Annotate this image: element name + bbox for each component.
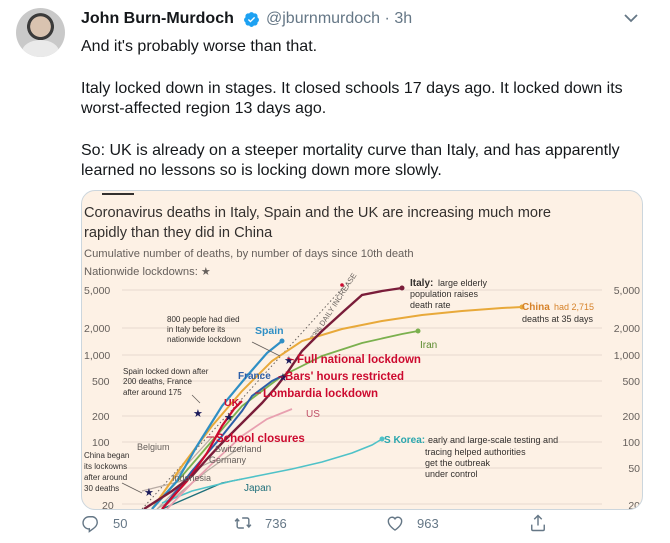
label-italy: Italy: [410,278,433,289]
note-china: 30 deaths [84,484,119,493]
annotation-full-lockdown: Full national lockdown [297,354,421,366]
label-belgium: Belgium [137,442,170,452]
leader-line [191,394,201,404]
reply-button[interactable]: 50 [81,513,127,533]
skorea-note: early and large-scale testing and [428,435,558,445]
tweet-paragraph: So: UK is already on a steeper mortality… [81,141,620,180]
label-germany: Germany [209,455,247,465]
china-note: deaths at 35 days [522,314,594,324]
note-spain-200: after around 175 [123,388,182,397]
handle-and-time[interactable]: @jburnmurdoch · 3h [266,10,412,28]
label-switzerland: Switzerland [215,444,262,454]
label-china: China [522,302,550,313]
chart-subtitle: Cumulative number of deaths, by number o… [84,248,414,260]
label-uk: UK [224,397,240,409]
y-tick: 1,000 [84,350,110,362]
tweet-actions: 50 736 963 [81,513,561,543]
note-italy-800: in Italy before its [167,325,225,334]
share-icon [531,514,545,532]
y-tick-right: 50 [628,463,640,475]
lockdown-star-china: ★ [144,487,154,499]
chart-title-2: rapidly than they did in China [84,225,273,241]
y-tick-right: 100 [622,437,640,449]
tweet-time[interactable]: 3h [394,10,412,27]
chevron-down-icon[interactable] [624,13,638,23]
label-spain: Spain [255,325,284,337]
y-tick-right: 1,000 [614,350,640,362]
reply-icon [82,516,98,533]
y-tick-right: 2,000 [614,323,640,335]
note-italy-800: nationwide lockdown [167,335,241,344]
label-iran: Iran [420,340,437,351]
y-tick: 2,000 [84,323,110,335]
author-name[interactable]: John Burn-Murdoch [81,10,234,28]
label-france: France [238,371,271,382]
leader-line [121,482,143,494]
note-spain-200: Spain locked down after [123,367,209,376]
retweet-button[interactable]: 736 [233,513,287,533]
y-tick-right: 5,000 [614,285,640,297]
tweet-text: And it's probably worse than that. Italy… [81,37,656,182]
avatar[interactable] [16,8,65,57]
y-tick: 500 [92,376,110,388]
annotation-bars: Bars' hours restricted [285,371,404,383]
lockdown-star-uk: ★ [224,412,234,424]
skorea-note: under control [425,469,478,479]
chart-title-1: Coronavirus deaths in Italy, Spain and t… [84,205,551,221]
note-italy-800: 800 people had died [167,315,240,324]
verified-icon [244,12,259,27]
reply-count: 50 [113,515,128,531]
label-japan: Japan [244,483,271,494]
label-south-korea: S Korea: [384,435,425,446]
tweet-paragraph: Italy locked down in stages. It closed s… [81,79,623,118]
y-tick-right: 500 [622,376,640,388]
note-spain-200: 200 deaths, France [123,377,192,386]
skorea-note: tracing helped authorities [425,447,526,457]
y-tick-right: 200 [622,411,640,423]
note-china: after around [84,473,127,482]
skorea-note: get the outbreak [425,458,491,468]
like-button[interactable]: 963 [385,513,439,533]
retweet-count: 736 [265,515,287,531]
y-tick-right: 20 [628,500,640,509]
label-indonesia: Indonesia [172,473,211,483]
retweet-icon [234,517,252,529]
tweet-media-chart[interactable]: Coronavirus deaths in Italy, Spain and t… [81,190,643,510]
lockdowns-note: Nationwide lockdowns: ★ [84,266,211,278]
like-count: 963 [417,515,439,531]
italy-note: large elderly [438,278,488,288]
note-china: its lockowns [84,462,127,471]
annotation-lombardia: Lombardia lockdown [263,388,378,400]
china-note: had 2,715 [554,302,594,312]
lockdown-star-france: ★ [193,408,203,420]
endpoint-iran [415,328,421,334]
endpoint-italy [399,285,405,291]
chart-svg: Coronavirus deaths in Italy, Spain and t… [84,205,640,509]
separator: · [384,10,390,27]
like-icon [387,516,403,531]
share-button[interactable] [528,513,548,533]
tweet-paragraph: And it's probably worse than that. [81,38,318,55]
italy-note: population raises [410,289,479,299]
marker-dot [340,283,344,287]
user-handle[interactable]: @jburnmurdoch [266,10,380,27]
y-tick: 100 [92,437,110,449]
note-china: China began [84,451,129,460]
label-us: US [306,409,320,420]
endpoint-spain [279,338,285,344]
y-tick: 200 [92,411,110,423]
lockdown-star-italy: ★ [284,355,294,367]
y-tick: 20 [102,500,114,509]
y-tick: 5,000 [84,285,110,297]
italy-note: death rate [410,300,451,310]
